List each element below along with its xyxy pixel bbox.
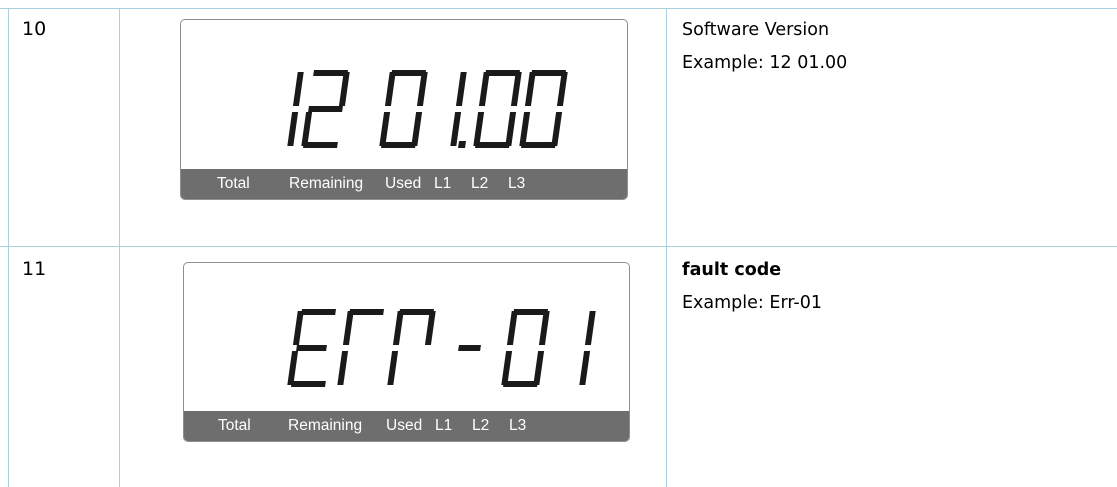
lcd-indicator-bar: Total Remaining Used L1 L2 L3	[184, 411, 629, 441]
indicator-l2: L2	[472, 417, 490, 434]
description-title: Software Version	[682, 20, 830, 40]
description-example: Example: Err-01	[682, 293, 822, 313]
lcd-display: Total Remaining Used L1 L2 L3	[183, 262, 630, 442]
lcd-indicator-bar: Total Remaining Used L1 L2 L3	[181, 169, 627, 199]
description-example: Example: 12 01.00	[682, 53, 848, 73]
indicator-total: Total	[217, 175, 250, 192]
row-number: 10	[22, 18, 47, 40]
indicator-l1: L1	[435, 417, 453, 434]
indicator-l3: L3	[509, 417, 527, 434]
table-border-col2	[666, 8, 667, 487]
description-title: fault code	[682, 260, 782, 280]
indicator-remaining: Remaining	[289, 175, 364, 192]
indicator-used: Used	[385, 175, 422, 192]
row-description: fault code Example: Err-01	[682, 254, 822, 320]
table-border-top	[0, 8, 1117, 9]
lcd-display: Total Remaining Used L1 L2 L3	[180, 19, 628, 200]
lcd-digits-software-version	[287, 70, 568, 148]
indicator-remaining: Remaining	[288, 417, 363, 434]
indicator-used: Used	[386, 417, 423, 434]
lcd-digits-fault-code	[287, 309, 596, 387]
indicator-l2: L2	[471, 175, 489, 192]
row-number: 11	[22, 258, 47, 280]
table-border-left	[8, 8, 9, 487]
table-border-row-divider	[0, 246, 1117, 247]
indicator-l3: L3	[508, 175, 526, 192]
row-description: Software Version Example: 12 01.00	[682, 14, 847, 80]
indicator-l1: L1	[434, 175, 452, 192]
table-border-col1	[119, 8, 120, 487]
indicator-total: Total	[218, 417, 251, 434]
